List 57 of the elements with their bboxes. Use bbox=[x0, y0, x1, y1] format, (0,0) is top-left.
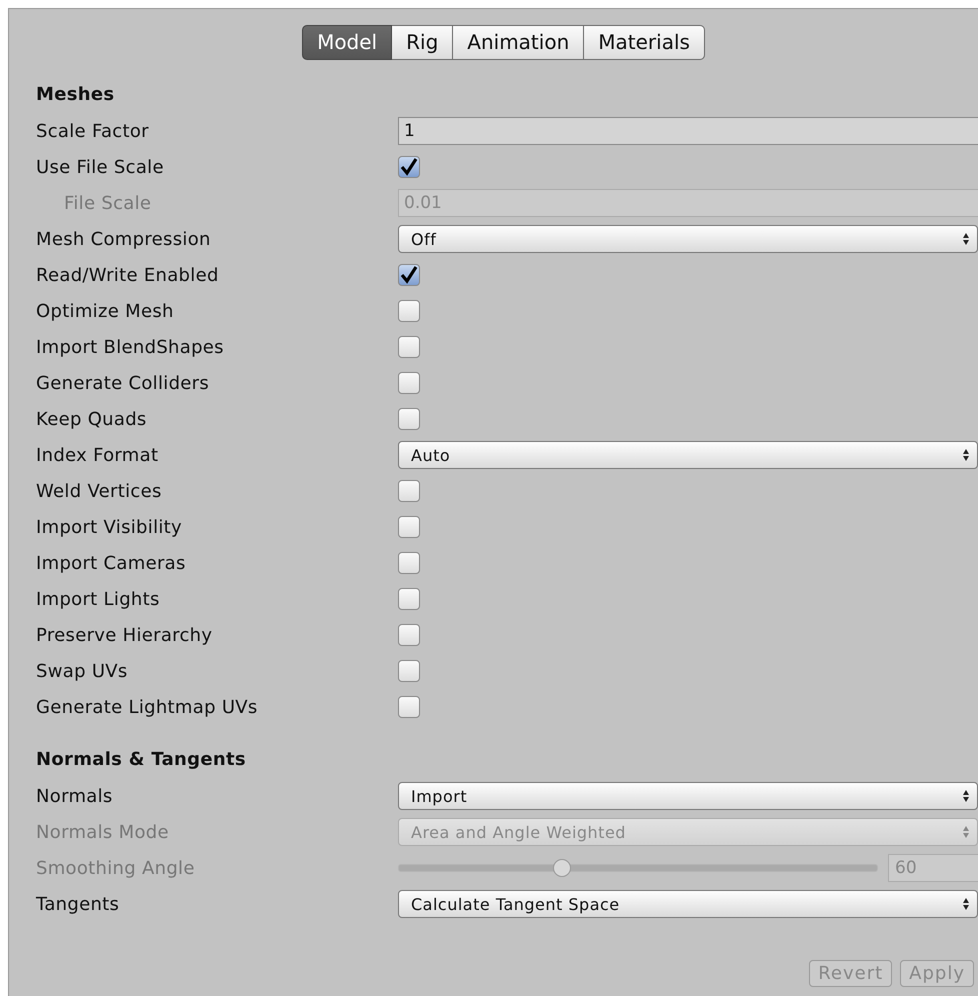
field-label: Smoothing Angle bbox=[35, 858, 196, 878]
updown-arrow-icon bbox=[963, 233, 969, 245]
field-label: Index Format bbox=[35, 444, 160, 466]
field-label: Scale Factor bbox=[35, 120, 150, 142]
input-field[interactable]: 1 bbox=[398, 117, 978, 145]
checkmark-icon bbox=[399, 265, 419, 285]
field-label: Normals bbox=[35, 786, 114, 806]
field-label: Swap UVs bbox=[35, 660, 129, 682]
checkbox[interactable] bbox=[398, 408, 420, 430]
dropdown-value: Calculate Tangent Space bbox=[411, 894, 620, 914]
field-label: Read/Write Enabled bbox=[35, 264, 220, 286]
updown-arrow-icon bbox=[963, 826, 969, 838]
checkbox[interactable] bbox=[398, 300, 420, 322]
updown-arrow-icon bbox=[963, 898, 969, 910]
dropdown-value: Import bbox=[411, 786, 468, 806]
tab[interactable]: Model bbox=[302, 25, 392, 60]
field-label: File Scale bbox=[63, 192, 152, 214]
field-label: Use File Scale bbox=[35, 156, 165, 178]
field-label: Tangents bbox=[35, 894, 120, 914]
dropdown[interactable]: Import bbox=[398, 782, 978, 810]
field-label: Import BlendShapes bbox=[35, 336, 225, 358]
dropdown-value: Off bbox=[411, 230, 436, 248]
field-label: Weld Vertices bbox=[35, 480, 163, 502]
field-label: Import Cameras bbox=[35, 552, 187, 574]
checkbox[interactable] bbox=[398, 552, 420, 574]
field-label: Keep Quads bbox=[35, 408, 148, 430]
checkbox[interactable] bbox=[398, 624, 420, 646]
updown-arrow-icon bbox=[963, 449, 969, 461]
field-label: Import Lights bbox=[35, 588, 161, 610]
tab[interactable]: Materials bbox=[584, 25, 705, 60]
dropdown-value: Area and Angle Weighted bbox=[411, 822, 626, 842]
field-label: Generate Lightmap UVs bbox=[35, 696, 259, 718]
checkmark-icon bbox=[399, 157, 419, 177]
field-label: Optimize Mesh bbox=[35, 300, 175, 322]
checkbox[interactable] bbox=[398, 264, 420, 286]
field-label: Preserve Hierarchy bbox=[35, 624, 214, 646]
checkbox[interactable] bbox=[398, 480, 420, 502]
dropdown[interactable]: Off bbox=[398, 225, 978, 253]
tab[interactable]: Rig bbox=[392, 25, 454, 60]
dropdown[interactable]: Calculate Tangent Space bbox=[398, 890, 978, 918]
field-label: Normals Mode bbox=[35, 822, 170, 842]
field-label: Mesh Compression bbox=[35, 228, 212, 250]
checkbox[interactable] bbox=[398, 516, 420, 538]
section-header: Normals & Tangents bbox=[35, 748, 247, 772]
checkbox[interactable] bbox=[398, 372, 420, 394]
field-label: Generate Colliders bbox=[35, 372, 210, 394]
dropdown[interactable]: Auto bbox=[398, 441, 978, 469]
checkbox[interactable] bbox=[398, 660, 420, 682]
checkbox[interactable] bbox=[398, 588, 420, 610]
dropdown-value: Auto bbox=[411, 446, 450, 464]
checkbox[interactable] bbox=[398, 336, 420, 358]
checkbox[interactable] bbox=[398, 696, 420, 718]
checkbox[interactable] bbox=[398, 156, 420, 178]
section-header: Meshes bbox=[35, 83, 116, 107]
field-label: Import Visibility bbox=[35, 516, 183, 538]
tab[interactable]: Animation bbox=[453, 25, 584, 60]
updown-arrow-icon bbox=[963, 790, 969, 802]
